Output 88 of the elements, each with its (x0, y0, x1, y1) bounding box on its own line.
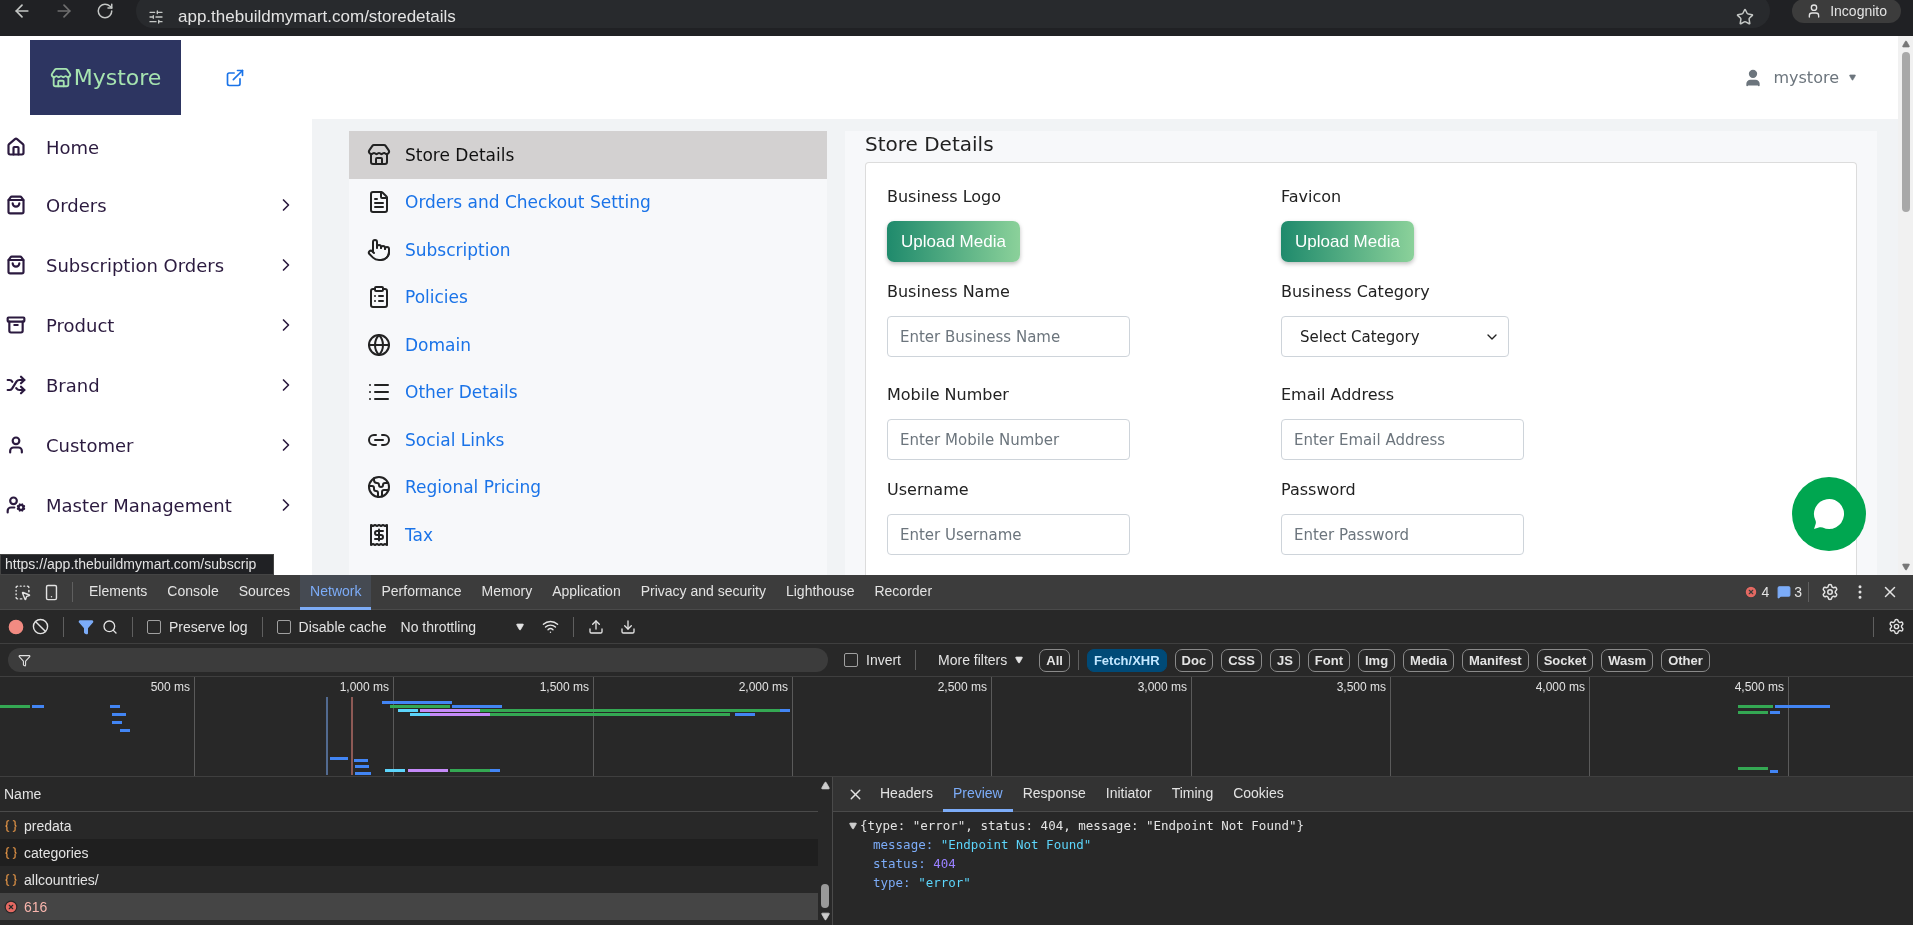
field-label: Favicon (1281, 187, 1342, 208)
input-field[interactable]: Enter Mobile Number (887, 419, 1130, 460)
request-type-filter[interactable]: Socket (1536, 648, 1594, 672)
devtools-tab[interactable]: Memory (471, 574, 543, 610)
request-type-filter[interactable]: Img (1357, 648, 1396, 672)
settings-menu-item[interactable]: Orders and Checkout Setting (349, 178, 827, 226)
timeline-tick-label: 2,000 ms (738, 680, 788, 694)
checkbox-label: Invert (866, 652, 901, 668)
settings-menu-item[interactable]: Tax (349, 511, 827, 559)
sidebar-item[interactable]: Subscription Orders (46, 254, 256, 276)
request-type-filter[interactable]: Fetch/XHR (1086, 648, 1167, 672)
sidebar-item[interactable]: Orders (46, 194, 256, 216)
timeline-tick-label: 1,500 ms (539, 680, 589, 694)
preview-property: type: "error" (872, 875, 972, 890)
url-text: app.thebuildmymart.com/storedetails (178, 7, 457, 27)
preview-property: status: 404 (872, 856, 957, 871)
error-count[interactable]: 4 (1744, 584, 1770, 600)
detail-tab[interactable]: Cookies (1223, 776, 1294, 812)
settings-menu-item[interactable]: Social Links (349, 416, 827, 464)
devtools-tab[interactable]: Network (300, 574, 372, 610)
request-type-filter[interactable]: Font (1307, 648, 1350, 672)
field-label: Password (1281, 480, 1356, 501)
detail-tab[interactable]: Headers (870, 776, 943, 812)
checkbox-label: Preserve log (169, 618, 248, 635)
field-label: Business Category (1281, 282, 1430, 303)
request-type-filter[interactable]: Media (1403, 648, 1454, 672)
devtools-tab[interactable]: Performance (371, 574, 472, 610)
detail-tab[interactable]: Timing (1161, 776, 1224, 812)
devtools-tab[interactable]: Lighthouse (775, 574, 865, 610)
message-count[interactable]: 3 (1777, 584, 1802, 600)
request-type-filter[interactable]: CSS (1221, 648, 1262, 672)
request-row[interactable]: 616 (0, 893, 818, 920)
field-label: Business Logo (887, 187, 1001, 208)
user-menu[interactable]: mystore (1743, 67, 1856, 88)
timeline-tick-label: 1,000 ms (339, 680, 389, 694)
timeline-tick-label: 4,500 ms (1734, 680, 1784, 694)
sidebar-item[interactable]: Home (46, 136, 296, 158)
input-field[interactable]: Enter Email Address (1281, 419, 1524, 460)
field-label: Business Name (887, 282, 1010, 303)
field-label: Email Address (1281, 385, 1395, 406)
request-row[interactable]: categories (0, 839, 818, 866)
timeline-tick-label: 2,500 ms (937, 680, 987, 694)
timeline-tick-label: 3,000 ms (1137, 680, 1187, 694)
input-field[interactable]: Enter Password (1281, 514, 1524, 555)
devtools-tab[interactable]: Elements (79, 574, 158, 610)
timeline-tick-label: 4,000 ms (1535, 680, 1585, 694)
preview-property: message: "Endpoint Not Found" (872, 837, 1093, 852)
request-type-filter[interactable]: JS (1269, 648, 1300, 672)
input-field[interactable]: Enter Username (887, 514, 1130, 555)
request-type-filter[interactable]: All (1039, 648, 1070, 672)
panel-title: Store Details (865, 131, 995, 158)
link-status-tooltip: https://app.thebuildmymart.com/subscrip (0, 554, 274, 575)
timeline-tick-label: 3,500 ms (1336, 680, 1386, 694)
field-label: Username (887, 480, 969, 501)
more-filters-dropdown[interactable]: More filters (938, 652, 1024, 668)
settings-menu-item[interactable]: Domain (349, 321, 827, 369)
settings-menu-item[interactable]: Regional Pricing (349, 463, 827, 511)
detail-tab[interactable]: Initiator (1095, 776, 1162, 812)
throttling-dropdown[interactable]: No throttling (400, 618, 524, 635)
devtools-tab[interactable]: Sources (228, 574, 301, 610)
incognito-profile-button[interactable]: Incognito (1792, 0, 1901, 23)
timeline-tick-label: 500 ms (150, 680, 190, 694)
request-type-filter[interactable]: Wasm (1601, 648, 1654, 672)
field-label: Mobile Number (887, 385, 1009, 406)
address-bar[interactable]: app.thebuildmymart.com/storedetails (136, 0, 1771, 28)
preview-summary: {type: "error", status: 404, message: "Endpoint Not Found"} (860, 818, 1304, 833)
devtools-tab[interactable]: Privacy and security (630, 574, 776, 610)
input-field[interactable]: Enter Business Name (887, 316, 1130, 357)
devtools-tab[interactable]: Application (542, 574, 631, 610)
devtools-tab[interactable]: Console (157, 574, 229, 610)
request-type-filter[interactable]: Other (1661, 648, 1710, 672)
detail-tab[interactable]: Preview (942, 776, 1013, 812)
settings-menu-item[interactable]: Other Details (349, 368, 827, 416)
sidebar-item[interactable]: Brand (46, 374, 256, 396)
store-logo: Mystore (30, 40, 181, 115)
settings-menu-item[interactable]: Policies (349, 273, 827, 321)
column-header[interactable]: Name (4, 786, 42, 802)
category-select[interactable]: Select Category (1281, 316, 1509, 357)
checkbox-label: Disable cache (298, 618, 387, 635)
settings-menu-item[interactable]: Store Details (349, 131, 827, 179)
sidebar-item[interactable]: Customer (46, 434, 256, 456)
settings-menu-item[interactable]: Subscription (349, 226, 827, 274)
devtools-tab[interactable]: Recorder (864, 574, 943, 610)
request-type-filter[interactable]: Doc (1174, 648, 1214, 672)
sidebar-item[interactable]: Product (46, 314, 256, 336)
request-type-filter[interactable]: Manifest (1461, 648, 1529, 672)
sidebar-item[interactable]: Master Management (46, 494, 256, 516)
detail-tab[interactable]: Response (1012, 776, 1096, 812)
